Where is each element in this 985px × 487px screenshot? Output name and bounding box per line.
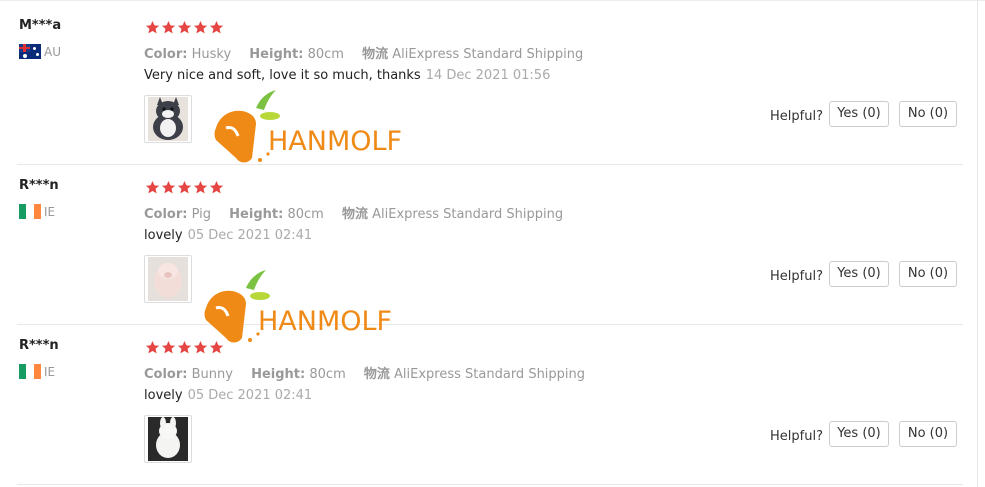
helpful-label: Helpful?: [770, 109, 823, 124]
shipping-value: AliExpress Standard Shipping: [392, 47, 584, 62]
star-rating: [145, 20, 225, 35]
ireland-flag-icon: [19, 204, 41, 219]
country-code: IE: [44, 364, 56, 379]
shipping-label: 物流: [362, 47, 389, 62]
review-text: lovely 05 Dec 2021 02:41: [144, 228, 312, 243]
star-icon: [209, 340, 224, 355]
height-label: Height:: [229, 207, 284, 222]
star-icon: [161, 180, 176, 195]
ireland-flag-icon: [19, 364, 41, 379]
star-icon: [145, 340, 160, 355]
reviewer-name: R***n: [19, 338, 59, 353]
height-label: Height:: [249, 47, 304, 62]
review-attributes: Color: Husky Height: 80cm 物流 AliExpress …: [144, 43, 583, 62]
color-value: Husky: [191, 47, 232, 62]
color-label: Color:: [144, 207, 188, 222]
country-code: IE: [44, 204, 56, 219]
helpful-yes-button[interactable]: Yes (0): [829, 261, 889, 287]
review-body: lovely: [144, 388, 183, 403]
star-icon: [161, 340, 176, 355]
star-rating: [145, 180, 225, 195]
reviewer-name: M***a: [19, 18, 62, 33]
height-value: 80cm: [309, 367, 346, 382]
star-icon: [209, 20, 224, 35]
review-item: R***n IE Color: Pig Height: 80cm 物流 AliE…: [17, 164, 963, 325]
color-value: Pig: [191, 207, 212, 222]
review-photo-thumbnail[interactable]: [144, 415, 192, 463]
star-icon: [193, 340, 208, 355]
helpful-label: Helpful?: [770, 429, 823, 444]
helpful-no-button[interactable]: No (0): [899, 261, 957, 287]
star-rating: [145, 340, 225, 355]
review-item: M***a AU Color: Husky Height: 80cm 物流 Al…: [17, 4, 963, 165]
review-date: 05 Dec 2021 02:41: [187, 388, 313, 403]
star-icon: [209, 180, 224, 195]
review-date: 14 Dec 2021 01:56: [425, 68, 551, 83]
helpful-yes-button[interactable]: Yes (0): [829, 101, 889, 127]
shipping-label: 物流: [363, 367, 390, 382]
husky-plush-photo: [148, 97, 188, 141]
bunny-plush-photo: [148, 417, 188, 461]
star-icon: [193, 180, 208, 195]
review-photo-thumbnail[interactable]: [144, 255, 192, 303]
review-attributes: Color: Pig Height: 80cm 物流 AliExpress St…: [144, 203, 563, 222]
review-text: lovely 05 Dec 2021 02:41: [144, 388, 312, 403]
color-label: Color:: [144, 47, 188, 62]
pig-plush-photo: [148, 257, 188, 301]
reviewer-country: IE: [19, 364, 55, 379]
shipping-label: 物流: [341, 207, 368, 222]
star-icon: [177, 340, 192, 355]
star-icon: [177, 180, 192, 195]
review-item: R***n IE Color: Bunny Height: 80cm 物流 Al…: [17, 324, 963, 485]
reviewer-country: AU: [19, 44, 61, 59]
country-code: AU: [44, 44, 61, 59]
height-value: 80cm: [287, 207, 324, 222]
reviewer-name: R***n: [19, 178, 59, 193]
helpful-label: Helpful?: [770, 269, 823, 284]
reviewer-country: IE: [19, 204, 55, 219]
shipping-value: AliExpress Standard Shipping: [372, 207, 564, 222]
height-label: Height:: [251, 367, 306, 382]
helpful-yes-button[interactable]: Yes (0): [829, 421, 889, 447]
star-icon: [161, 20, 176, 35]
review-attributes: Color: Bunny Height: 80cm 物流 AliExpress …: [144, 363, 585, 382]
review-body: lovely: [144, 228, 183, 243]
star-icon: [145, 180, 160, 195]
australia-flag-icon: [19, 44, 41, 59]
color-value: Bunny: [191, 367, 233, 382]
review-photo-thumbnail[interactable]: [144, 95, 192, 143]
helpful-no-button[interactable]: No (0): [899, 101, 957, 127]
height-value: 80cm: [307, 47, 344, 62]
helpful-no-button[interactable]: No (0): [899, 421, 957, 447]
star-icon: [177, 20, 192, 35]
review-text: Very nice and soft, love it so much, tha…: [144, 68, 550, 83]
shipping-value: AliExpress Standard Shipping: [394, 367, 586, 382]
scrollbar-track[interactable]: [977, 0, 978, 487]
star-icon: [145, 20, 160, 35]
review-date: 05 Dec 2021 02:41: [187, 228, 313, 243]
color-label: Color:: [144, 367, 188, 382]
review-body: Very nice and soft, love it so much, tha…: [144, 68, 421, 83]
star-icon: [193, 20, 208, 35]
